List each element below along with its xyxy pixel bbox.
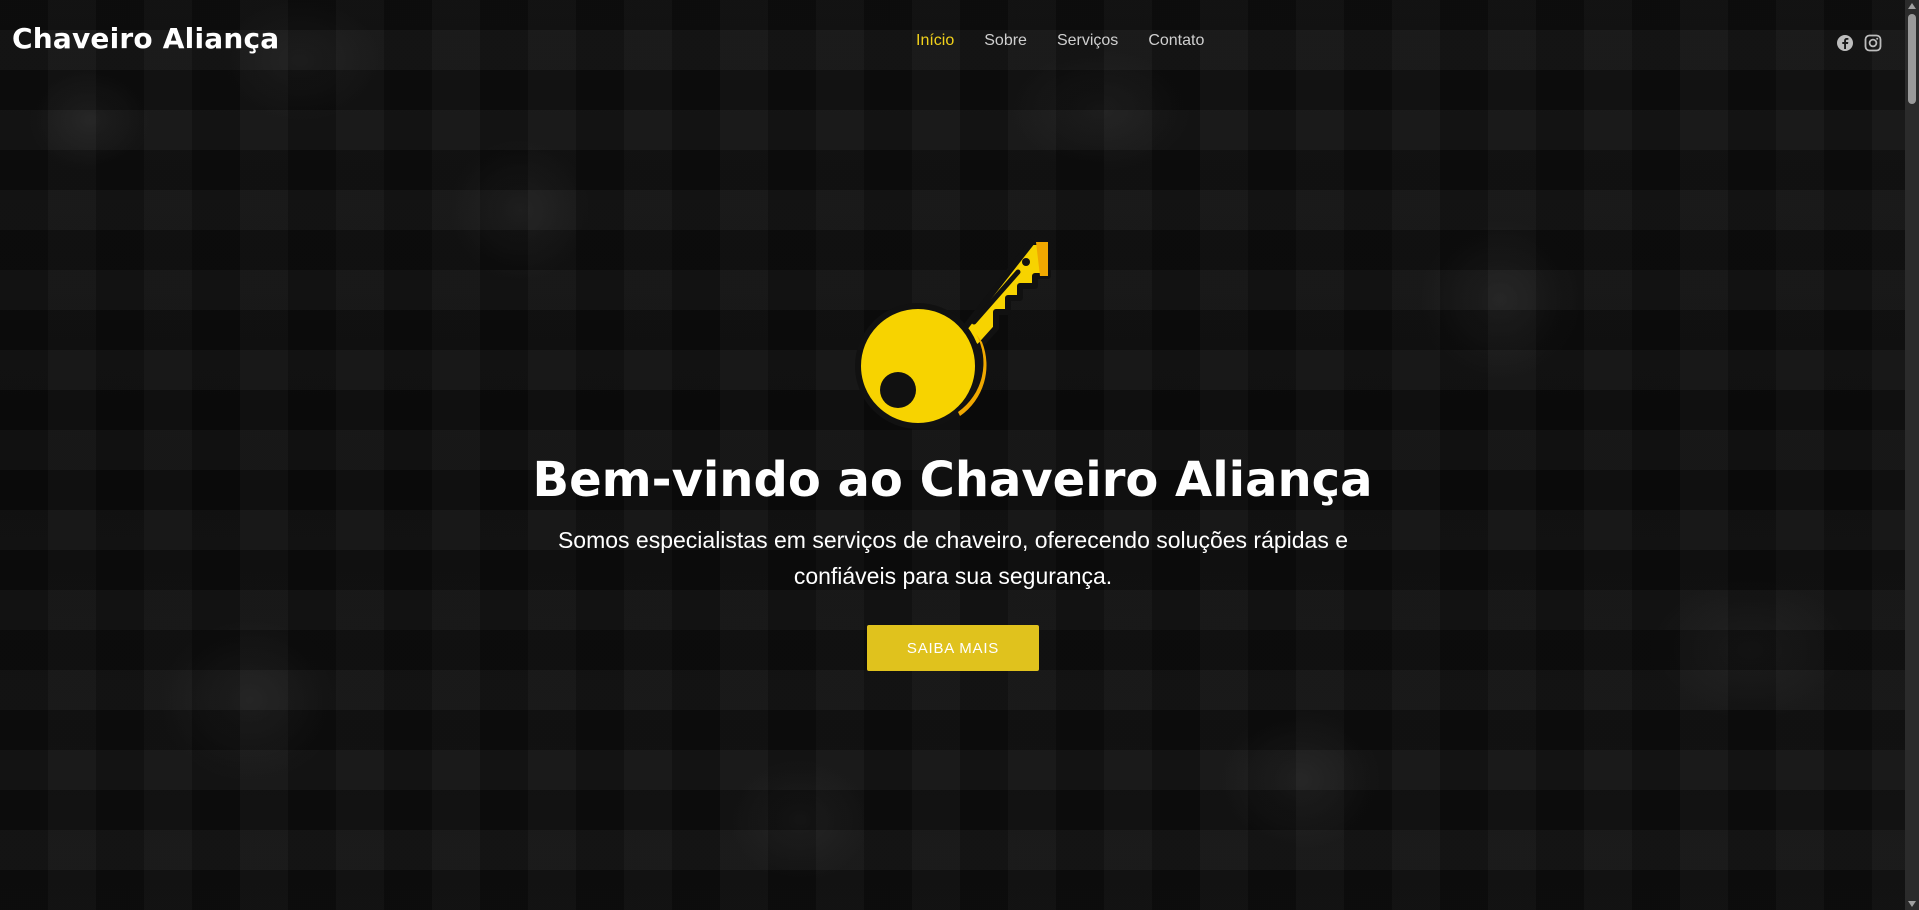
scroll-up-arrow-icon[interactable] <box>1908 3 1916 9</box>
hero-section: Bem-vindo ao Chaveiro Aliança Somos espe… <box>0 0 1905 910</box>
key-icon <box>850 236 1056 438</box>
scroll-down-arrow-icon[interactable] <box>1908 901 1916 907</box>
scrollbar-thumb[interactable] <box>1908 14 1916 104</box>
saiba-mais-button[interactable]: SAIBA MAIS <box>867 625 1039 671</box>
scrollbar[interactable] <box>1905 0 1919 910</box>
hero-subtitle: Somos especialistas em serviços de chave… <box>557 527 1349 589</box>
hero-title: Bem-vindo ao Chaveiro Aliança <box>532 452 1373 508</box>
page: Chaveiro Aliança Início Sobre Serviços C… <box>0 0 1919 910</box>
